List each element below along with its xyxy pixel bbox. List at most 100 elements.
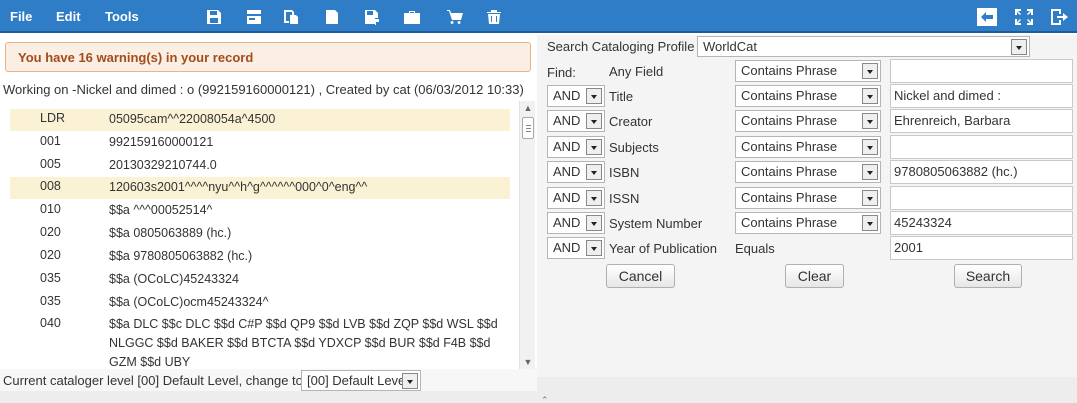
profile-select[interactable]: WorldCat xyxy=(697,36,1030,57)
menu-edit[interactable]: Edit xyxy=(56,0,81,33)
boolean-value: AND xyxy=(553,88,581,103)
record-field-row[interactable]: 035 $$a (OCoLC)45243324 xyxy=(10,269,510,291)
operator-select[interactable]: Contains Phrase xyxy=(735,136,881,158)
search-value-input[interactable]: Ehrenreich, Barbara xyxy=(890,109,1073,133)
form-icon[interactable] xyxy=(245,9,263,25)
field-tag[interactable]: 001 xyxy=(40,134,80,148)
boolean-select[interactable]: AND xyxy=(547,110,605,132)
chevron-down-icon xyxy=(862,139,878,155)
search-value-input[interactable] xyxy=(890,135,1073,159)
field-tag[interactable]: 010 xyxy=(40,202,80,216)
field-tag[interactable]: LDR xyxy=(40,111,80,125)
record-field-row[interactable]: 040 $$a DLC $$c DLC $$d C#P $$d QP9 $$d L… xyxy=(10,314,510,369)
field-tag[interactable]: 040 xyxy=(40,316,80,330)
scroll-down-icon[interactable]: ▼ xyxy=(520,355,536,369)
record-field-row[interactable]: 001 992159160000121 xyxy=(10,132,510,154)
scroll-up-icon[interactable]: ▲ xyxy=(520,101,536,115)
search-field-label: Creator xyxy=(609,114,653,129)
record-editor[interactable]: LDR 05095cam^^22008054a^4500 001 9921591600… xyxy=(0,101,537,369)
cataloger-level-value: [00] Default Level xyxy=(307,373,409,388)
copy-icon[interactable] xyxy=(282,9,300,25)
boolean-select[interactable]: AND xyxy=(547,212,605,234)
operator-select[interactable]: Contains Phrase xyxy=(735,161,881,183)
search-value-input[interactable]: 2001 xyxy=(890,236,1073,260)
clear-button[interactable]: Clear xyxy=(785,264,844,288)
search-value-input[interactable]: 9780805063882 (hc.) xyxy=(890,160,1073,184)
search-field-label: Any Field xyxy=(609,64,664,79)
search-field-label: System Number xyxy=(609,216,703,231)
operator-select[interactable]: Contains Phrase xyxy=(735,60,881,82)
field-value[interactable]: 20130329210744.0 xyxy=(109,156,504,175)
field-tag[interactable]: 035 xyxy=(40,271,80,285)
warning-banner[interactable]: You have 16 warning(s) in your record xyxy=(5,42,531,72)
search-field-label: ISBN xyxy=(609,165,640,180)
back-arrow-icon[interactable] xyxy=(977,8,997,26)
field-tag[interactable]: 008 xyxy=(40,179,80,193)
record-scrollbar[interactable]: ▲ ▼ xyxy=(519,101,535,369)
operator-select[interactable]: Contains Phrase xyxy=(735,212,881,234)
working-on-text: Working on -Nickel and dimed : o (992159… xyxy=(3,82,524,97)
save-icon[interactable] xyxy=(205,9,223,25)
profile-label: Search Cataloging Profile xyxy=(547,39,695,54)
field-value[interactable]: $$a (OCoLC)ocm45243324^ xyxy=(109,293,504,312)
operator-select[interactable]: Contains Phrase xyxy=(735,110,881,132)
boolean-value: AND xyxy=(553,215,581,230)
cancel-button[interactable]: Cancel xyxy=(606,264,675,288)
boolean-select[interactable]: AND xyxy=(547,187,605,209)
expand-icon[interactable] xyxy=(1014,8,1034,26)
field-value[interactable]: $$a 9780805063882 (hc.) xyxy=(109,247,504,266)
boolean-select[interactable]: AND xyxy=(547,237,605,259)
search-value-input[interactable]: 45243324 xyxy=(890,211,1073,235)
chevron-down-icon xyxy=(586,113,602,129)
record-field-row[interactable]: LDR 05095cam^^22008054a^4500 xyxy=(10,109,510,131)
operator-label: Equals xyxy=(735,241,775,256)
record-field-row[interactable]: 020 $$a 0805063889 (hc.) xyxy=(10,223,510,245)
cart-icon[interactable] xyxy=(446,9,464,25)
menu-file[interactable]: File xyxy=(10,0,32,33)
boolean-select[interactable]: AND xyxy=(547,136,605,158)
template-icon[interactable] xyxy=(323,9,341,25)
field-value[interactable]: 992159160000121 xyxy=(109,133,504,152)
field-value[interactable]: 05095cam^^22008054a^4500 xyxy=(109,110,504,129)
search-value-input[interactable] xyxy=(890,59,1073,83)
field-value[interactable]: $$a (OCoLC)45243324 xyxy=(109,270,504,289)
boolean-value: AND xyxy=(553,164,581,179)
exit-icon[interactable] xyxy=(1050,8,1070,26)
operator-value: Contains Phrase xyxy=(741,139,838,154)
operator-value: Contains Phrase xyxy=(741,215,838,230)
search-button[interactable]: Search xyxy=(954,264,1022,288)
trash-icon[interactable] xyxy=(485,9,503,25)
field-tag[interactable]: 020 xyxy=(40,225,80,239)
chevron-down-icon xyxy=(586,88,602,104)
chevron-down-icon xyxy=(586,240,602,256)
field-value[interactable]: 120603s2001^^^^nyu^^h^g^^^^^^000^0^eng^^ xyxy=(109,178,504,197)
menu-tools[interactable]: Tools xyxy=(105,0,139,33)
boolean-value: AND xyxy=(553,113,581,128)
search-field-label: ISSN xyxy=(609,191,640,206)
cataloger-level-select[interactable]: [00] Default Level xyxy=(301,370,421,391)
boolean-value: AND xyxy=(553,139,581,154)
search-field-label: Subjects xyxy=(609,140,659,155)
scroll-thumb[interactable] xyxy=(522,117,534,139)
save-as-icon[interactable] xyxy=(363,9,381,25)
record-field-row[interactable]: 008 120603s2001^^^^nyu^^h^g^^^^^^000^0^en… xyxy=(10,177,510,199)
field-tag[interactable]: 035 xyxy=(40,294,80,308)
field-value[interactable]: $$a ^^^00052514^ xyxy=(109,201,504,220)
chevron-down-icon xyxy=(862,215,878,231)
operator-select[interactable]: Contains Phrase xyxy=(735,187,881,209)
chevron-down-icon xyxy=(862,63,878,79)
boolean-select[interactable]: AND xyxy=(547,161,605,183)
record-field-row[interactable]: 005 20130329210744.0 xyxy=(10,155,510,177)
search-value-input[interactable] xyxy=(890,186,1073,210)
field-value[interactable]: $$a 0805063889 (hc.) xyxy=(109,224,504,243)
search-value-input[interactable]: Nickel and dimed : xyxy=(890,84,1073,108)
boolean-select[interactable]: AND xyxy=(547,85,605,107)
field-tag[interactable]: 005 xyxy=(40,157,80,171)
record-field-row[interactable]: 020 $$a 9780805063882 (hc.) xyxy=(10,246,510,268)
field-value[interactable]: $$a DLC $$c DLC $$d C#P $$d QP9 $$d LVB … xyxy=(109,315,504,369)
operator-select[interactable]: Contains Phrase xyxy=(735,85,881,107)
record-field-row[interactable]: 035 $$a (OCoLC)ocm45243324^ xyxy=(10,292,510,314)
toolbox-icon[interactable] xyxy=(401,9,423,25)
field-tag[interactable]: 020 xyxy=(40,248,80,262)
record-field-row[interactable]: 010 $$a ^^^00052514^ xyxy=(10,200,510,222)
